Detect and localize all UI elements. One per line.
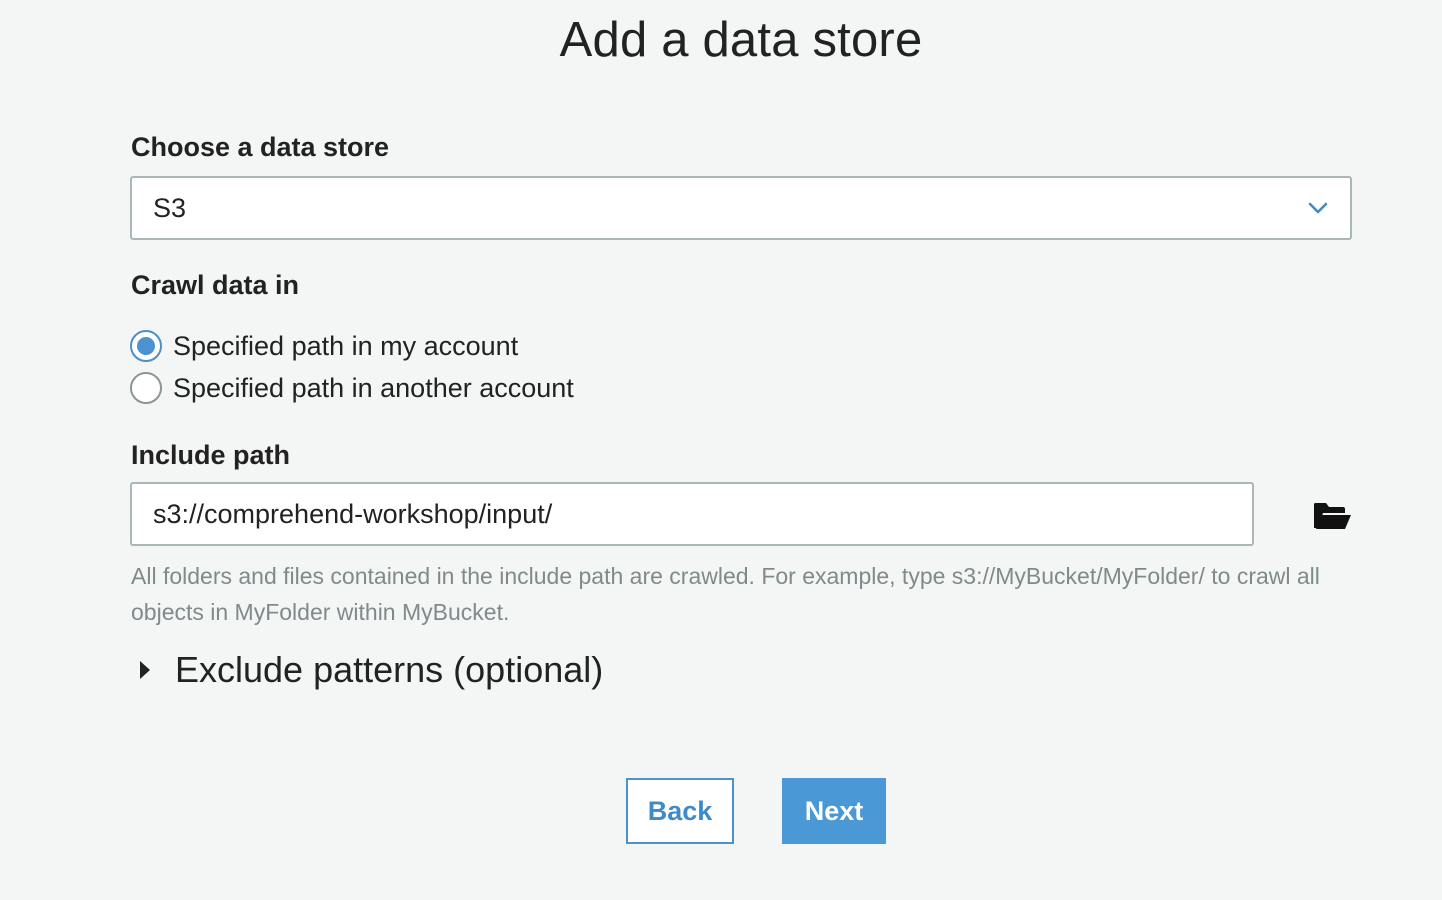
radio-option-another-account[interactable]: Specified path in another account — [130, 371, 574, 405]
next-button[interactable]: Next — [782, 778, 886, 844]
include-path-label: Include path — [131, 440, 291, 470]
exclude-patterns-expander[interactable]: Exclude patterns (optional) — [138, 648, 603, 692]
folder-open-icon[interactable] — [1312, 498, 1352, 532]
back-button[interactable]: Back — [626, 778, 734, 844]
include-path-input[interactable] — [130, 482, 1254, 546]
page-title: Add a data store — [559, 13, 923, 67]
radio-label-my-account: Specified path in my account — [173, 330, 519, 361]
radio-label-another-account: Specified path in another account — [173, 372, 574, 403]
radio-button-my-account[interactable] — [130, 330, 162, 362]
radio-option-my-account[interactable]: Specified path in my account — [130, 329, 518, 363]
data-store-select[interactable]: S3 — [130, 176, 1352, 240]
caret-right-icon — [140, 661, 150, 679]
exclude-patterns-label: Exclude patterns (optional) — [175, 649, 604, 690]
add-data-store-page: Add a data store Choose a data store S3 … — [0, 0, 1442, 900]
data-store-label: Choose a data store — [131, 132, 390, 162]
include-path-help-text: All folders and files contained in the i… — [131, 563, 1320, 625]
crawl-data-label: Crawl data in — [131, 270, 300, 300]
radio-button-another-account[interactable] — [130, 372, 162, 404]
data-store-selected-value: S3 — [153, 192, 187, 223]
chevron-down-icon — [1308, 202, 1328, 214]
